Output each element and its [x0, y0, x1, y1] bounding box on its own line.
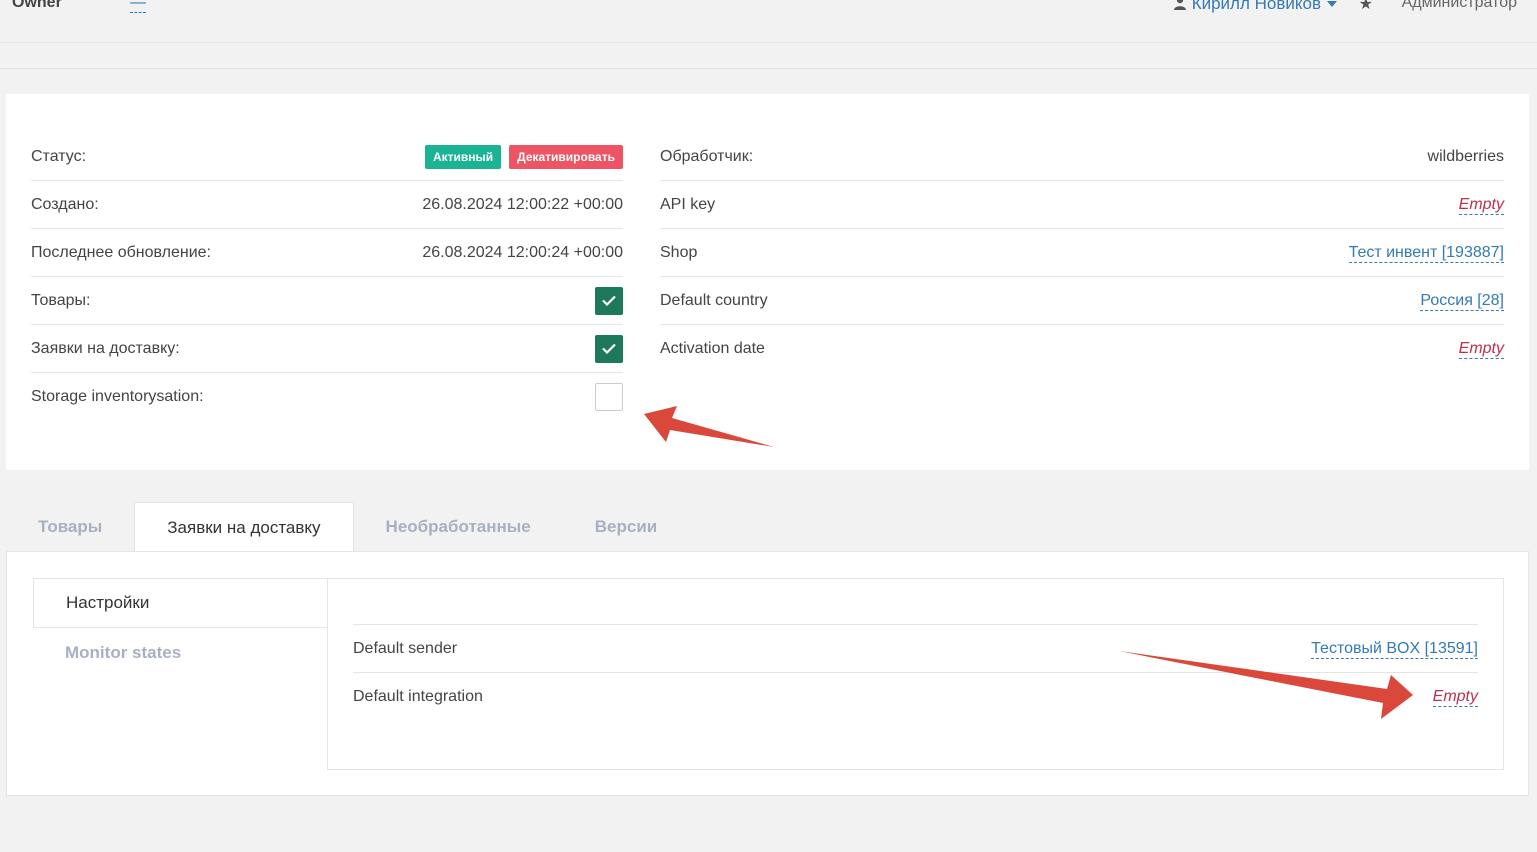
default-sender-editable[interactable]: Тестовый BOX [13591] [1311, 639, 1478, 659]
check-icon [602, 343, 616, 354]
default-country-editable[interactable]: Россия [28] [1420, 291, 1504, 311]
default-integration-editable[interactable]: Empty [1432, 687, 1478, 707]
top-bar: Owner — Кирилл Новиков ★ Администратор [0, 0, 1537, 43]
api-key-editable[interactable]: Empty [1458, 195, 1504, 215]
tab-versions[interactable]: Версии [563, 502, 689, 552]
user-role: Администратор [1401, 0, 1517, 11]
field-goods: Товары: [31, 277, 623, 325]
star-icon: ★ [1358, 0, 1373, 13]
field-label: Последнее обновление: [31, 243, 211, 261]
tab-goods[interactable]: Товары [6, 502, 134, 552]
field-created: Создано: 26.08.2024 12:00:22 +00:00 [31, 181, 623, 229]
check-icon [602, 295, 616, 306]
user-icon [1173, 0, 1186, 13]
storage-inventorysation-checkbox[interactable] [595, 383, 623, 411]
field-label: Создано: [31, 195, 99, 213]
field-label: Shop [660, 243, 698, 261]
field-value: wildberries [1427, 147, 1504, 165]
field-label: Default integration [353, 688, 483, 705]
field-delivery-requests: Заявки на доставку: [31, 325, 623, 373]
field-label: API key [660, 195, 716, 213]
tab-unprocessed[interactable]: Необработанные [354, 502, 563, 552]
settings-content: Default sender Тестовый BOX [13591] Defa… [327, 578, 1504, 770]
field-handler: Обработчик: wildberries [660, 133, 1504, 181]
field-activation-date: Activation date Empty [660, 325, 1504, 373]
delivery-requests-checkbox[interactable] [595, 334, 623, 363]
field-label: Default sender [353, 639, 458, 657]
field-label: Товары: [31, 291, 91, 309]
field-default-integration: Default integration Empty [353, 673, 1478, 721]
shop-editable[interactable]: Тест инвент [193887] [1348, 243, 1504, 263]
left-fields: Статус: Активный Декативировать Создано:… [31, 133, 623, 421]
field-value: 26.08.2024 12:00:22 +00:00 [422, 195, 623, 213]
tab-delivery-requests[interactable]: Заявки на доставку [134, 502, 354, 552]
field-status: Статус: Активный Декативировать [31, 133, 623, 181]
activation-date-editable[interactable]: Empty [1458, 339, 1504, 359]
tab-panel: Настройки Monitor states Default sender … [6, 551, 1529, 796]
user-menu[interactable]: Кирилл Новиков [1173, 0, 1337, 14]
field-label: Статус: [31, 147, 87, 165]
owner-label: Owner [12, 0, 62, 11]
field-value: 26.08.2024 12:00:24 +00:00 [422, 243, 623, 261]
subnav-monitor-states[interactable]: Monitor states [33, 628, 329, 678]
tab-bar: Товары Заявки на доставку Необработанные… [6, 502, 689, 552]
divider [0, 68, 1537, 69]
field-api-key: API key Empty [660, 181, 1504, 229]
status-badge: Активный [424, 144, 502, 169]
field-label: Обработчик: [660, 147, 754, 165]
field-updated: Последнее обновление: 26.08.2024 12:00:2… [31, 229, 623, 277]
user-name: Кирилл Новиков [1191, 0, 1321, 13]
right-fields: Обработчик: wildberries API key Empty Sh… [660, 133, 1504, 373]
field-label: Activation date [660, 340, 765, 357]
owner-value-link[interactable]: — [130, 0, 146, 13]
field-label: Заявки на доставку: [31, 339, 180, 357]
field-storage-inventorysation: Storage inventorysation: [31, 373, 623, 421]
field-default-sender: Default sender Тестовый BOX [13591] [353, 625, 1478, 673]
deactivate-button[interactable]: Декативировать [509, 144, 623, 169]
field-label: Default country [660, 291, 768, 309]
goods-checkbox[interactable] [595, 286, 623, 315]
field-default-country: Default country Россия [28] [660, 277, 1504, 325]
settings-subnav: Настройки Monitor states [33, 578, 329, 678]
settings-rows: Default sender Тестовый BOX [13591] Defa… [353, 624, 1478, 721]
field-shop: Shop Тест инвент [193887] [660, 229, 1504, 277]
caret-down-icon [1327, 0, 1337, 14]
subnav-settings[interactable]: Настройки [33, 578, 329, 628]
field-label: Storage inventorysation: [31, 388, 204, 405]
